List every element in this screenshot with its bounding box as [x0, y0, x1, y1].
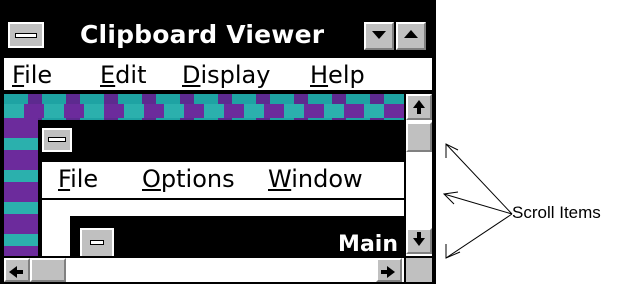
scroll-right-button[interactable]: [376, 258, 402, 282]
inner-menu-options: Options: [142, 165, 235, 193]
menu-help[interactable]: Help: [310, 60, 365, 90]
arrowhead-bottom-icon: [445, 244, 461, 259]
menu-file[interactable]: File: [12, 60, 52, 90]
inner-system-menu-button: [42, 128, 72, 152]
inner-menu-file: File: [58, 165, 99, 193]
horizontal-scrollbar[interactable]: [4, 256, 404, 282]
wallpaper-strip: [4, 104, 404, 118]
menu-bar: File Edit Display Help: [4, 58, 432, 92]
callout-arrows: [442, 143, 513, 259]
clipboard-viewer-window: Clipboard Viewer File Edit Display Help …: [0, 0, 436, 284]
scroll-items-label: Scroll Items: [512, 203, 601, 222]
scrollbar-corner: [404, 256, 432, 282]
minimize-icon: [372, 31, 386, 39]
clipboard-content-area: File Options Window Main: [4, 94, 404, 256]
scroll-down-button[interactable]: [406, 228, 432, 254]
maximize-button[interactable]: [396, 22, 426, 50]
inner-workspace: Main: [42, 200, 404, 256]
scroll-up-button[interactable]: [406, 94, 432, 120]
callout-line-middle: [443, 193, 513, 215]
inner-menu-bar: File Options Window: [42, 162, 404, 200]
system-menu-button[interactable]: [8, 22, 44, 48]
window-title: Clipboard Viewer: [80, 20, 325, 49]
horizontal-scroll-thumb[interactable]: [30, 258, 66, 282]
wallpaper-edge: [4, 118, 38, 256]
arrow-left-icon: [9, 266, 23, 278]
maximize-icon: [404, 30, 418, 38]
arrow-down-icon: [413, 232, 425, 246]
menu-edit[interactable]: Edit: [100, 60, 146, 90]
main-group-window: Main: [70, 216, 404, 256]
minimize-button[interactable]: [364, 22, 394, 50]
system-menu-icon: [15, 33, 37, 38]
inner-system-menu-icon: [48, 137, 66, 142]
vertical-scrollbar[interactable]: [404, 94, 432, 256]
menu-display[interactable]: Display: [182, 60, 270, 90]
arrow-up-icon: [413, 100, 425, 114]
child-system-menu-icon: [90, 240, 104, 245]
scroll-left-button[interactable]: [4, 258, 30, 282]
arrow-right-icon: [381, 266, 395, 278]
program-manager-window: File Options Window Main: [38, 120, 404, 256]
child-system-menu-button: [80, 228, 114, 256]
callout-line-top: [445, 143, 513, 215]
vertical-scroll-thumb[interactable]: [406, 122, 432, 152]
child-window-title: Main: [338, 232, 398, 256]
callout-line-bottom: [445, 213, 513, 259]
title-bar[interactable]: Clipboard Viewer: [4, 4, 432, 58]
inner-menu-window: Window: [268, 165, 363, 193]
